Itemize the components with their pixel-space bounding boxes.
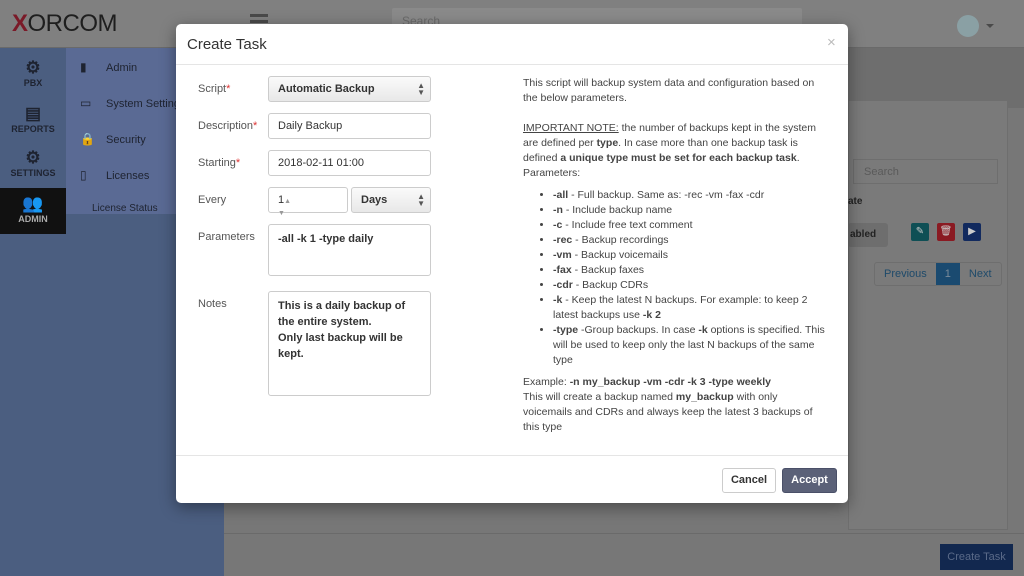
edit-icon[interactable]: ✎	[911, 223, 929, 241]
gears-icon: ⚙	[25, 148, 41, 167]
list-item: -vm - Backup voicemails	[553, 248, 829, 263]
notes-textarea[interactable]: This is a daily backup of the entire sys…	[268, 291, 431, 396]
help-note: IMPORTANT NOTE: the number of backups ke…	[523, 122, 816, 179]
nav-settings[interactable]: ⚙ SETTINGS	[0, 142, 66, 188]
list-item: -type -Group backups. In case -k options…	[553, 323, 829, 368]
nav-admin[interactable]: 👥 ADMIN	[0, 188, 66, 234]
starting-input[interactable]: 2018-02-11 01:00	[268, 150, 431, 176]
notes-label: Notes	[198, 298, 227, 310]
list-item: -fax - Backup faxes	[553, 263, 829, 278]
submenu-license-status[interactable]: License Status	[92, 203, 158, 214]
every-unit-select[interactable]: Days ▲ ▼	[351, 187, 431, 213]
every-label: Every	[198, 194, 227, 206]
column-header-state: ate	[848, 196, 863, 207]
parameter-list: -all - Full backup. Same as: -rec -vm -f…	[553, 188, 829, 368]
create-task-button[interactable]: Create Task	[940, 544, 1013, 570]
nav-pbx[interactable]: ⚙ PBX	[0, 52, 66, 98]
parameters-textarea[interactable]: -all -k 1 -type daily	[268, 224, 431, 276]
modal-footer-divider	[176, 455, 848, 456]
play-icon[interactable]: ▶	[963, 223, 981, 241]
every-stepper[interactable]: 1▲ ▼	[268, 187, 348, 217]
modal-title: Create Task	[187, 36, 267, 53]
cancel-button[interactable]: Cancel	[722, 468, 776, 493]
script-help: This script will backup system data and …	[523, 76, 829, 435]
next-page-button[interactable]: Next	[960, 263, 1001, 285]
lock-icon: 🔒	[80, 132, 95, 146]
sidebar: ⚙ PBX ▤ REPORTS ⚙ SETTINGS 👥 ADMIN	[0, 48, 66, 576]
table-search-input[interactable]: Search	[853, 159, 998, 184]
list-item: -c - Include free text comment	[553, 218, 829, 233]
page-1-button[interactable]: 1	[935, 263, 960, 285]
list-item: -k - Keep the latest N backups. For exam…	[553, 293, 829, 323]
help-intro: This script will backup system data and …	[523, 77, 815, 104]
certificate-icon: ▯	[80, 168, 87, 182]
laptop-icon: ▭	[80, 96, 92, 110]
list-item: -rec - Backup recordings	[553, 233, 829, 248]
submenu-system-settings[interactable]: ▭ System Settings	[80, 96, 185, 110]
submenu-security[interactable]: 🔒 Security	[80, 132, 146, 146]
script-label: Script*	[198, 83, 231, 95]
document-icon: ▤	[24, 104, 42, 123]
close-icon[interactable]: ×	[827, 34, 836, 51]
list-item: -n - Include backup name	[553, 203, 829, 218]
users-icon: 👥	[22, 194, 44, 213]
help-example: Example: -n my_backup -vm -cdr -k 3 -typ…	[523, 376, 813, 433]
submenu-admin[interactable]: ▮ Admin	[80, 60, 137, 74]
previous-page-button[interactable]: Previous	[875, 263, 936, 285]
state-toggle[interactable]: abled	[848, 223, 888, 247]
list-item: -cdr - Backup CDRs	[553, 278, 829, 293]
parameters-label: Parameters	[198, 231, 255, 243]
chevron-down-icon[interactable]	[986, 24, 994, 32]
modal-header	[176, 24, 848, 65]
avatar[interactable]	[957, 15, 979, 37]
pagination: Previous 1 Next	[874, 262, 1002, 286]
description-label: Description*	[198, 120, 258, 132]
submenu-licenses[interactable]: ▯ Licenses	[80, 168, 149, 182]
logo[interactable]: XORCOM	[12, 10, 118, 38]
starting-label: Starting*	[198, 157, 241, 169]
select-arrows-icon: ▲ ▼	[417, 81, 425, 97]
accept-button[interactable]: Accept	[782, 468, 837, 493]
delete-icon[interactable]: 🗑	[937, 223, 955, 241]
divider	[224, 533, 1024, 534]
description-input[interactable]: Daily Backup	[268, 113, 431, 139]
menu-icon[interactable]	[250, 14, 268, 17]
nav-reports[interactable]: ▤ REPORTS	[0, 98, 66, 144]
list-item: -all - Full backup. Same as: -rec -vm -f…	[553, 188, 829, 203]
building-icon: ▮	[80, 60, 87, 74]
create-task-modal: Create Task × Script* Automatic Backup ▲ ▼…	[176, 24, 848, 503]
select-arrows-icon: ▲ ▼	[417, 192, 425, 208]
gear-icon: ⚙	[25, 58, 41, 77]
script-select[interactable]: Automatic Backup ▲ ▼	[268, 76, 431, 102]
